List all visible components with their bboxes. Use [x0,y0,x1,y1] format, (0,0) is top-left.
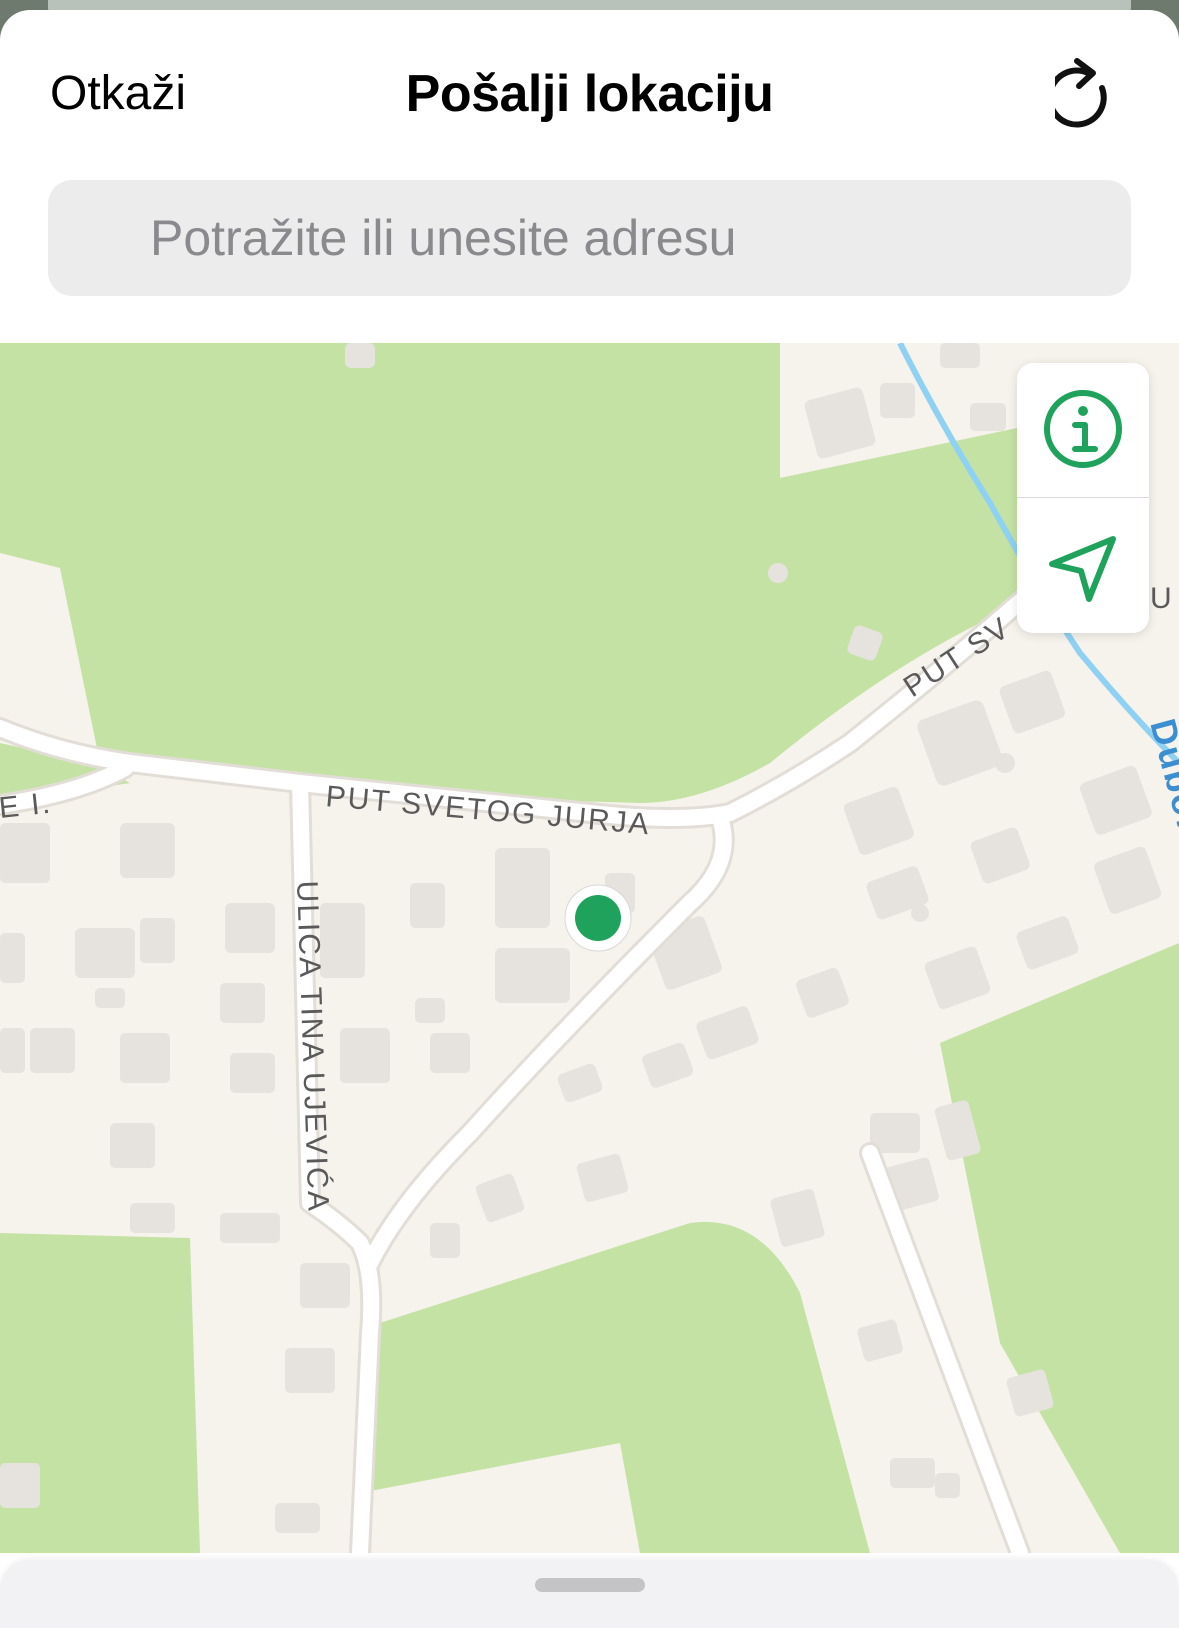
water-label-duboki: Duboki [1142,714,1179,854]
refresh-button[interactable] [1046,54,1135,134]
search-input[interactable] [48,180,1131,296]
page-title: Pošalji lokaciju [405,65,774,123]
location-arrow-icon [1049,536,1116,602]
controls-divider [1017,497,1149,498]
navigation-bar: Otkaži Pošalji lokaciju [0,10,1179,170]
info-button[interactable] [1017,363,1149,497]
street-label-left-edge: E I. [0,787,53,825]
bottom-sheet [0,1560,1179,1628]
info-icon [1044,390,1122,468]
map-view[interactable]: PUT SVETOG JURJA PUT SV ULICA TINA UJEVI… [0,343,1179,1553]
location-pin[interactable] [564,884,632,952]
refresh-icon [1046,58,1107,128]
map-controls [1017,363,1149,633]
current-location-button[interactable] [1017,499,1149,633]
street-label-right-edge: U [1150,582,1174,615]
map-canvas: PUT SVETOG JURJA PUT SV ULICA TINA UJEVI… [0,343,1179,1553]
drag-handle[interactable] [535,1578,645,1592]
send-location-sheet: Otkaži Pošalji lokaciju Potražite ili un… [0,10,1179,1628]
